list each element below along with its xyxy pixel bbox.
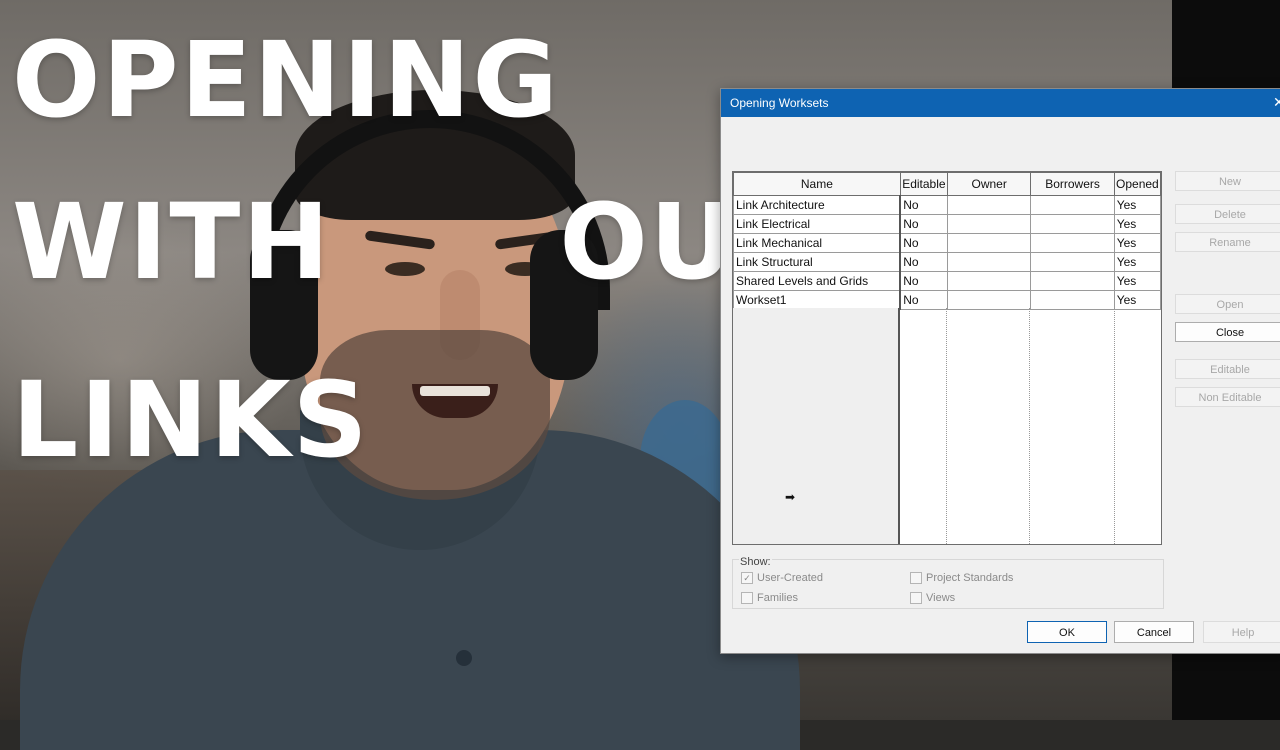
table-row[interactable]: Workset1 No Yes [733, 290, 1162, 310]
column-header-opened[interactable]: Opened [1113, 172, 1162, 196]
overlay-title-line-3: LINKS [12, 359, 370, 481]
dialog-titlebar[interactable]: Opening Worksets ✕ [721, 89, 1280, 117]
workset-owner-cell[interactable] [946, 271, 1032, 291]
overlay-title-line-1: OPENING [12, 19, 560, 141]
user-created-checkbox[interactable]: ✓ User-Created [741, 572, 824, 585]
views-checkbox[interactable]: Views [910, 592, 956, 605]
workset-name-cell[interactable]: Link Electrical [733, 214, 902, 234]
checkbox-box [910, 572, 922, 585]
presenter-teeth [420, 386, 490, 396]
ok-button[interactable]: OK [1027, 621, 1107, 643]
mouse-pointer-icon: ➡ [785, 490, 796, 504]
column-header-name[interactable]: Name [733, 172, 901, 196]
show-filter-group: Show: ✓ User-Created Families Project Sta… [732, 556, 1164, 609]
workset-name-cell[interactable]: Shared Levels and Grids [733, 271, 902, 291]
checkbox-box [910, 592, 922, 605]
table-row[interactable]: Link Structural No Yes [733, 252, 1162, 272]
workset-opened-cell[interactable]: Yes [1113, 252, 1162, 272]
worksets-grid: Name Editable Owner Borrowers Opened Lin… [732, 171, 1162, 545]
close-icon[interactable]: ✕ [1273, 94, 1280, 111]
workset-editable-cell[interactable]: No [899, 252, 948, 272]
new-button[interactable]: New [1175, 171, 1280, 191]
grid-divider [946, 308, 947, 544]
workset-opened-cell[interactable]: Yes [1113, 214, 1162, 234]
workset-editable-cell[interactable]: No [899, 271, 948, 291]
dialog-title: Opening Worksets [730, 96, 829, 110]
views-label: Views [926, 592, 956, 604]
grid-name-column-empty [733, 308, 900, 544]
workset-owner-cell[interactable] [946, 252, 1032, 272]
workset-borrowers-cell[interactable] [1030, 233, 1115, 253]
workset-owner-cell[interactable] [946, 214, 1032, 234]
workset-editable-cell[interactable]: No [899, 233, 948, 253]
help-button[interactable]: Help [1203, 621, 1280, 643]
workset-owner-cell[interactable] [946, 290, 1032, 310]
table-header-row: Name Editable Owner Borrowers Opened [733, 172, 1162, 196]
workset-owner-cell[interactable] [946, 195, 1032, 215]
table-row[interactable]: Link Mechanical No Yes [733, 233, 1162, 253]
project-standards-checkbox[interactable]: Project Standards [910, 572, 1014, 585]
grid-empty-area[interactable] [733, 308, 1161, 544]
workset-editable-cell[interactable]: No [899, 195, 948, 215]
cancel-button[interactable]: Cancel [1114, 621, 1194, 643]
overlay-title-line-2-end: OU [559, 181, 737, 303]
workset-name-cell[interactable]: Link Mechanical [733, 233, 902, 253]
editable-button[interactable]: Editable [1175, 359, 1280, 379]
workset-borrowers-cell[interactable] [1030, 290, 1115, 310]
column-header-borrowers[interactable]: Borrowers [1030, 172, 1115, 196]
project-standards-label: Project Standards [926, 572, 1014, 584]
workset-opened-cell[interactable]: Yes [1113, 290, 1162, 310]
rename-button[interactable]: Rename [1175, 232, 1280, 252]
show-label: Show: [739, 556, 772, 568]
families-label: Families [757, 592, 798, 604]
delete-button[interactable]: Delete [1175, 204, 1280, 224]
table-row[interactable]: Link Architecture No Yes [733, 195, 1162, 215]
opening-worksets-dialog: Opening Worksets ✕ Name Editable Owner B… [720, 88, 1280, 654]
workset-borrowers-cell[interactable] [1030, 214, 1115, 234]
workset-name-cell[interactable]: Link Architecture [733, 195, 902, 215]
check-icon: ✓ [741, 572, 753, 585]
overlay-title-line-2: WITH OU [12, 190, 736, 294]
workset-opened-cell[interactable]: Yes [1113, 271, 1162, 291]
workset-name-cell[interactable]: Link Structural [733, 252, 902, 272]
open-button[interactable]: Open [1175, 294, 1280, 314]
grid-divider [1029, 308, 1030, 544]
overlay-title-line-2-start: WITH [12, 181, 332, 303]
workset-editable-cell[interactable]: No [899, 214, 948, 234]
user-created-label: User-Created [757, 572, 824, 584]
checkbox-box [741, 592, 753, 605]
workset-editable-cell[interactable]: No [899, 290, 948, 310]
workset-borrowers-cell[interactable] [1030, 195, 1115, 215]
table-row[interactable]: Link Electrical No Yes [733, 214, 1162, 234]
workset-opened-cell[interactable]: Yes [1113, 195, 1162, 215]
column-header-editable[interactable]: Editable [899, 172, 948, 196]
workset-borrowers-cell[interactable] [1030, 252, 1115, 272]
shirt-button [456, 650, 472, 666]
close-button[interactable]: Close [1175, 322, 1280, 342]
worksets-table: Name Editable Owner Borrowers Opened Lin… [733, 172, 1162, 310]
workset-owner-cell[interactable] [946, 233, 1032, 253]
families-checkbox[interactable]: Families [741, 592, 798, 605]
column-header-owner[interactable]: Owner [946, 172, 1032, 196]
workset-borrowers-cell[interactable] [1030, 271, 1115, 291]
non-editable-button[interactable]: Non Editable [1175, 387, 1280, 407]
workset-opened-cell[interactable]: Yes [1113, 233, 1162, 253]
workset-name-cell[interactable]: Workset1 [733, 290, 902, 310]
table-row[interactable]: Shared Levels and Grids No Yes [733, 271, 1162, 291]
grid-divider [1114, 308, 1115, 544]
